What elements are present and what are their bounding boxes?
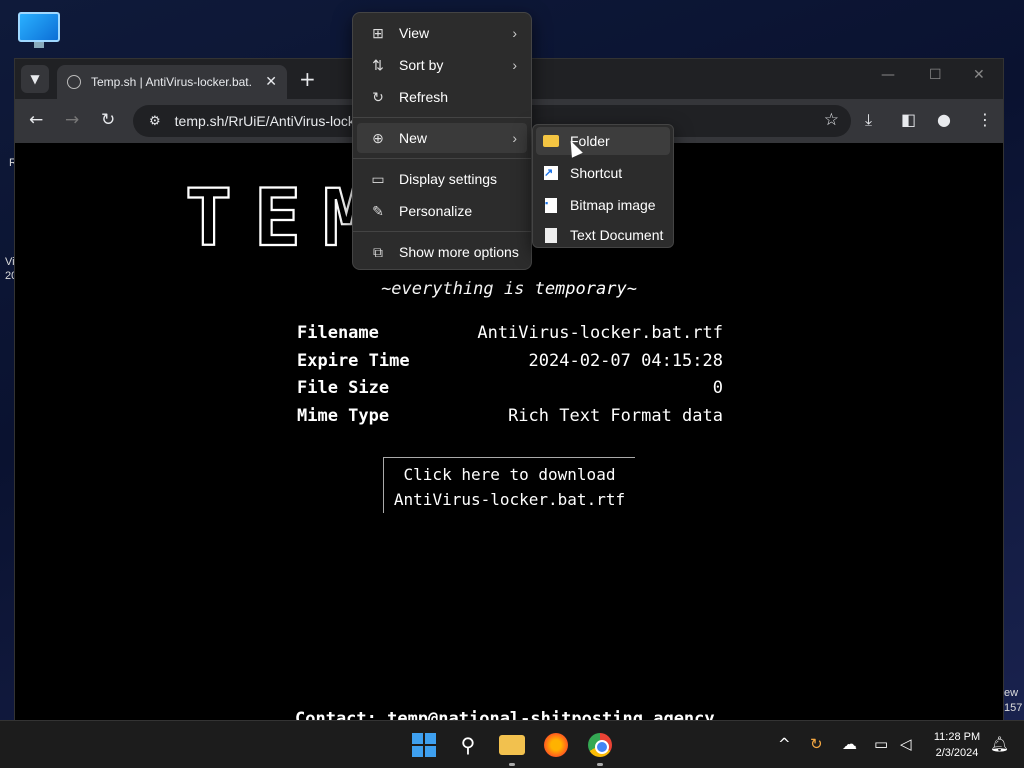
submenu-item-label: Bitmap image [570,197,656,213]
downloads-icon[interactable]: ⤓ [865,110,872,130]
volume-muted-icon[interactable]: ◁ [900,735,912,753]
submenu-item-label: Text Document [570,227,664,243]
menu-item-label: New [399,130,428,146]
notification-bell-icon[interactable]: 🔔︎ [990,735,1009,753]
view-icon: ⊞ [372,24,384,41]
windows-logo-icon [412,733,436,757]
info-key: Mime Type [297,405,390,426]
menu-divider [353,117,531,118]
chrome-button[interactable] [586,731,614,759]
text-document-icon [545,227,557,243]
submenu-item-bitmap-image[interactable]: ▪ Bitmap image [536,191,670,219]
info-value: AntiVirus-locker.bat.rtf [477,323,723,343]
menu-item-display-settings[interactable]: ▭ Display settings [357,164,527,194]
profile-icon[interactable]: ● [937,110,951,129]
menu-item-new[interactable]: ⊕ New › [357,123,527,153]
info-row: Mime Type Rich Text Format data [297,406,723,434]
bitmap-icon: ▪ [545,197,557,213]
chrome-icon [588,733,612,757]
submenu-item-shortcut[interactable]: ↗ Shortcut [536,159,670,187]
info-value: 0 [712,378,723,398]
info-row: Expire Time 2024-02-07 04:15:28 [297,351,723,379]
this-pc-desktop-icon[interactable] [18,12,60,50]
monitor-icon [18,12,60,42]
submenu-item-folder[interactable]: Folder [536,127,670,155]
maximize-button[interactable]: ☐ [929,67,942,83]
info-key: File Size [297,378,390,398]
system-clock[interactable]: 11:28 PM 2/3/2024 [922,729,992,761]
clock-date: 2/3/2024 [935,747,979,759]
taskbar: ⚲ ^ ↻ ☁ ▭ ◁ 11:28 PM 2/3/2024 🔔︎ [0,720,1024,768]
chevron-right-icon: › [512,57,517,73]
desktop-context-menu: ⊞ View › ⇅ Sort by › ↻ Refresh ⊕ New › ▭… [352,12,532,270]
firefox-button[interactable] [542,731,570,759]
info-row: Filename AntiVirus-locker.bat.rtf [297,323,723,351]
new-icon: ⊕ [372,129,384,146]
menu-kebab-icon[interactable]: ⋮ [977,110,993,129]
menu-item-label: Refresh [399,89,449,105]
tab-title: Temp.sh | AntiVirus-locker.bat.rtf [91,75,251,89]
menu-item-personalize[interactable]: ✎ Personalize [357,196,527,226]
active-tab[interactable]: Temp.sh | AntiVirus-locker.bat.rtf ✕ [57,65,287,99]
shortcut-icon: ↗ [544,166,558,180]
menu-item-label: Display settings [399,171,498,187]
desktop-edge-text: 157 [1004,702,1023,714]
menu-item-label: Show more options [399,244,519,260]
back-button[interactable]: ← [29,110,43,130]
menu-divider [353,158,531,159]
new-submenu: Folder ↗ Shortcut ▪ Bitmap image Text Do… [532,124,674,248]
side-panel-icon[interactable]: ◧ [901,110,916,129]
minimize-button[interactable]: — [881,67,895,83]
info-key: Filename [297,323,379,343]
site-info-icon[interactable]: ⚙ [149,114,161,129]
menu-item-label: Personalize [399,203,473,219]
chevron-right-icon: › [512,130,517,146]
download-filename: AntiVirus-locker.bat.rtf [393,490,626,509]
download-button[interactable]: Click here to download AntiVirus-locker.… [383,457,635,513]
network-offline-icon[interactable]: ☁ [842,735,857,753]
forward-button[interactable]: → [65,110,79,130]
menu-item-view[interactable]: ⊞ View › [357,18,527,48]
globe-icon [67,75,81,89]
submenu-item-label: Shortcut [570,165,623,181]
reload-button[interactable]: ↻ [101,110,115,130]
refresh-icon: ↻ [372,88,384,105]
close-window-button[interactable]: ✕ [973,67,985,83]
info-value: 2024-02-07 04:15:28 [528,350,723,371]
info-value: Rich Text Format data [508,405,723,426]
chevron-right-icon: › [512,25,517,41]
update-icon[interactable]: ↻ [810,735,823,753]
download-label: Click here to download [403,465,616,484]
menu-divider [353,231,531,232]
clock-time: 11:28 PM [933,731,981,743]
file-explorer-button[interactable] [498,731,526,759]
tagline: ~everything is temporary~ [381,279,637,299]
bookmark-star-icon[interactable]: ☆ [824,110,839,130]
menu-item-label: Sort by [399,57,444,73]
more-options-icon: ⧉ [373,243,383,260]
menu-item-sort-by[interactable]: ⇅ Sort by › [357,50,527,80]
display-icon: ▭ [371,170,385,187]
search-icon: ⚲ [460,733,476,757]
file-explorer-icon [499,735,525,755]
menu-item-label: View [399,25,430,41]
close-tab-icon[interactable]: ✕ [265,74,277,90]
display-icon[interactable]: ▭ [874,735,888,753]
search-button[interactable]: ⚲ [454,731,482,759]
tab-search-button[interactable]: ▼ [21,65,49,93]
show-hidden-icons-chevron-icon[interactable]: ^ [778,735,791,753]
brush-icon: ✎ [372,202,384,219]
info-key: Expire Time [297,350,410,371]
submenu-item-text-document[interactable]: Text Document [536,221,670,249]
menu-item-refresh[interactable]: ↻ Refresh [357,82,527,112]
desktop-edge-text: ew [1004,687,1019,699]
folder-icon [543,135,559,147]
new-tab-button[interactable]: + [299,67,316,91]
info-row: File Size 0 [297,378,723,406]
sort-icon: ⇅ [372,56,384,73]
menu-item-show-more-options[interactable]: ⧉ Show more options [357,237,527,267]
file-info-table: Filename AntiVirus-locker.bat.rtf Expire… [297,323,723,433]
firefox-icon [544,733,568,757]
start-button[interactable] [410,731,438,759]
